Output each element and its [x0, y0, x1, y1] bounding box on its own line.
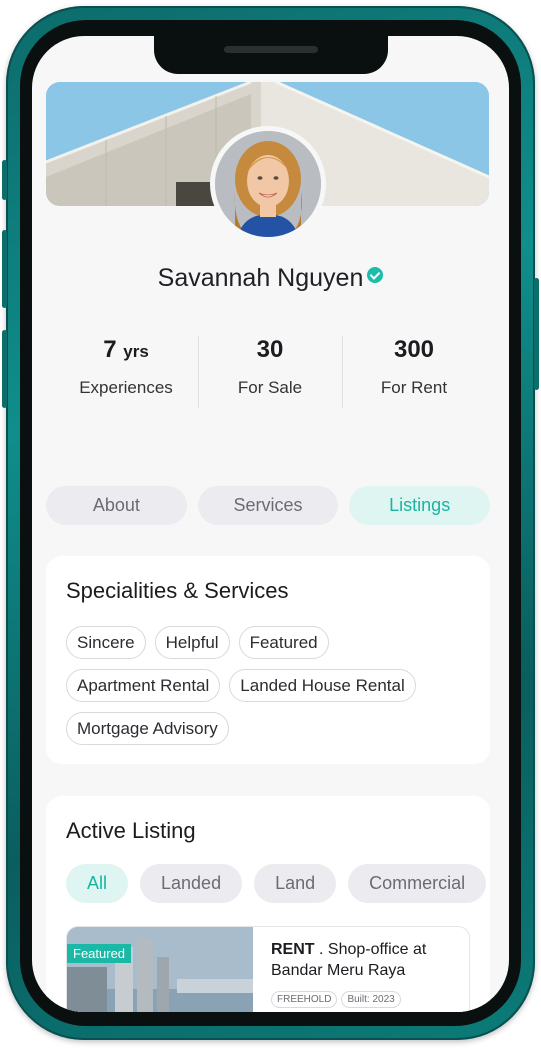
filter-commercial[interactable]: Commercial	[348, 864, 487, 903]
profile-name: Savannah Nguyen	[157, 264, 364, 292]
stat-unit: yrs	[123, 342, 149, 361]
stat-for-sale[interactable]: 30 For Sale	[198, 336, 342, 412]
speaker	[224, 46, 318, 53]
service-chip[interactable]: Landed House Rental	[229, 669, 416, 702]
listing-tags: FREEHOLD Built: 2023	[271, 991, 461, 1008]
tab-listings[interactable]: Listings	[349, 486, 491, 525]
active-listing-title: Active Listing	[66, 818, 196, 843]
stat-label: Experiences	[79, 378, 173, 397]
active-listing-card: Active Listing All Landed Land Commercia…	[46, 796, 490, 1012]
stat-value: 300	[393, 336, 435, 363]
profile-photo	[215, 131, 321, 237]
listing-info: RENT . Shop-office at Bandar Meru Raya F…	[271, 939, 461, 1008]
listing-item[interactable]: Featured RENT . Shop-office at Bandar Me…	[66, 926, 470, 1012]
notch	[154, 36, 388, 74]
side-button	[2, 230, 7, 308]
stats-row: 7 yrs Experiences 30 For Sale 300 For Re…	[54, 336, 486, 412]
listing-filters: All Landed Land Commercial	[66, 864, 487, 903]
side-button	[534, 278, 539, 390]
stat-value: 7	[103, 336, 117, 363]
stat-label: For Rent	[380, 378, 448, 397]
filter-land[interactable]: Land	[254, 864, 337, 903]
stat-for-rent[interactable]: 300 For Rent	[342, 336, 486, 412]
service-chip[interactable]: Mortgage Advisory	[66, 712, 229, 745]
stat-label: For Sale	[237, 378, 303, 397]
avatar[interactable]	[210, 126, 326, 242]
tab-about[interactable]: About	[46, 486, 187, 525]
app-screen: Savannah Nguyen 7 yrs Experiences 30 For…	[32, 36, 509, 1012]
stat-value: 30	[256, 336, 284, 363]
listing-tag: Built: 2023	[341, 991, 401, 1008]
side-button	[2, 160, 7, 200]
service-chip[interactable]: Featured	[238, 626, 329, 659]
services-title: Specialities & Services	[66, 578, 289, 603]
filter-landed[interactable]: Landed	[140, 864, 243, 903]
service-chip[interactable]: Sincere	[66, 626, 146, 659]
services-card: Specialities & Services Sincere Helpful …	[46, 556, 490, 764]
profile-tabs: About Services Listings	[46, 486, 491, 525]
filter-all[interactable]: All	[66, 864, 129, 903]
service-chip[interactable]: Apartment Rental	[66, 669, 221, 702]
listing-title: RENT . Shop-office at Bandar Meru Raya	[271, 939, 461, 981]
listing-photo	[67, 927, 253, 1012]
profile-name-row: Savannah Nguyen	[32, 264, 509, 293]
services-chips: Sincere Helpful Featured Apartment Renta…	[66, 626, 470, 745]
verified-check-icon	[367, 267, 384, 283]
listing-type: RENT	[271, 941, 315, 958]
tab-services[interactable]: Services	[197, 486, 339, 525]
side-button	[2, 330, 7, 408]
listing-tag: FREEHOLD	[271, 991, 338, 1008]
stat-experience: 7 yrs Experiences	[54, 336, 198, 412]
service-chip[interactable]: Helpful	[154, 626, 230, 659]
featured-badge: Featured	[67, 944, 132, 963]
